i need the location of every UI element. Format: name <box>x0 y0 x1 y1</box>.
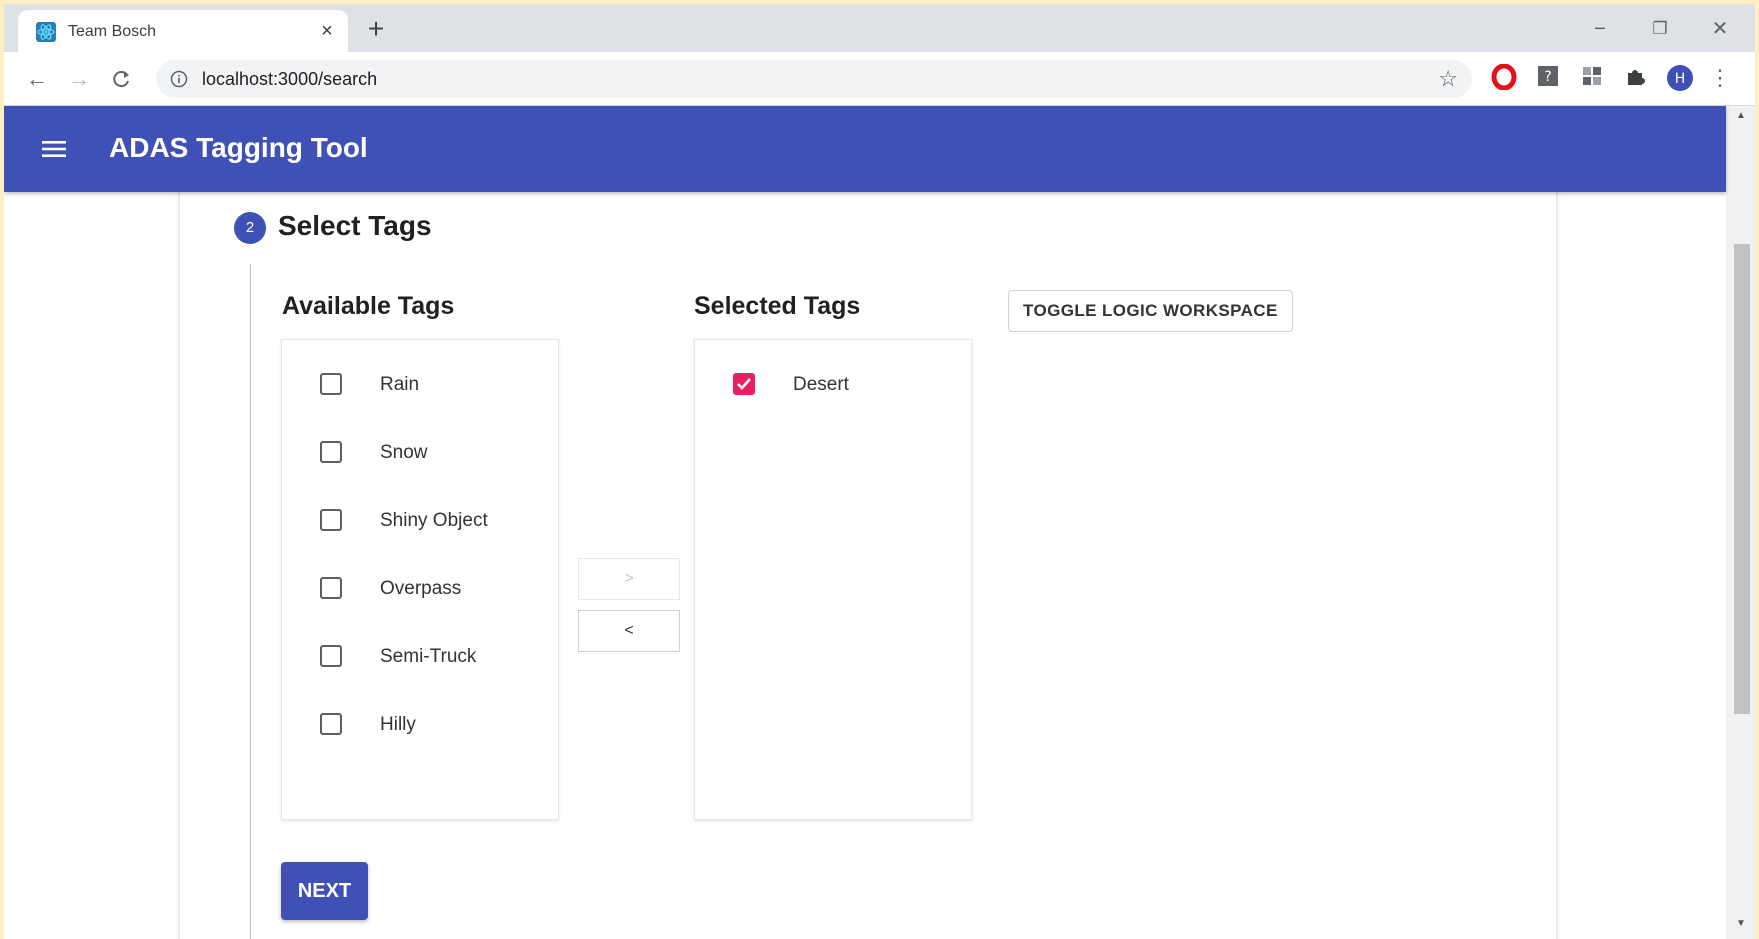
checkbox[interactable] <box>320 577 342 599</box>
page-scrollbar[interactable]: ▲ ▼ <box>1726 106 1755 939</box>
app-bar: ADAS Tagging Tool <box>4 106 1726 192</box>
selected-tags-heading: Selected Tags <box>694 292 861 320</box>
extension-help-icon[interactable]: ? <box>1534 64 1562 92</box>
step-number-badge: 2 <box>234 212 266 244</box>
app-title: ADAS Tagging Tool <box>109 132 368 163</box>
tag-label: Rain <box>380 374 420 395</box>
back-arrow-icon[interactable]: ← <box>22 64 52 94</box>
browser-menu-icon[interactable]: ⋮ <box>1706 64 1734 92</box>
tag-label: Overpass <box>380 578 462 599</box>
restore-button[interactable]: ❐ <box>1640 14 1680 44</box>
list-item[interactable]: Hilly <box>282 704 558 744</box>
list-item[interactable]: Rain <box>282 364 558 404</box>
tag-label: Shiny Object <box>380 510 488 531</box>
step-connector-line <box>250 264 251 939</box>
scroll-down-arrow-icon[interactable]: ▼ <box>1735 918 1747 930</box>
tab-title: Team Bosch <box>68 23 157 40</box>
list-item[interactable]: Desert <box>695 364 971 404</box>
info-icon[interactable] <box>170 70 188 88</box>
close-window-button[interactable]: ✕ <box>1700 14 1740 44</box>
checkbox[interactable] <box>320 509 342 531</box>
browser-window: Team Bosch × + − ❐ ✕ ← → localhost:3000/… <box>4 4 1755 939</box>
available-tags-heading: Available Tags <box>282 292 455 320</box>
checkbox[interactable] <box>320 373 342 395</box>
checkbox[interactable] <box>320 645 342 667</box>
reload-icon[interactable] <box>110 68 132 90</box>
tag-label: Snow <box>380 442 428 463</box>
svg-text:?: ? <box>1544 69 1551 85</box>
scroll-thumb[interactable] <box>1734 244 1750 714</box>
opera-icon[interactable] <box>1490 63 1518 92</box>
browser-toolbar: ← → localhost:3000/search ☆ ? H ⋮ <box>4 52 1755 106</box>
tag-label: Hilly <box>380 714 416 735</box>
address-bar[interactable]: localhost:3000/search ☆ <box>156 60 1472 98</box>
selected-tags-list: Desert <box>694 339 972 820</box>
move-right-button[interactable]: > <box>578 558 680 600</box>
tab-strip: Team Bosch × + − ❐ ✕ <box>4 4 1755 52</box>
page-content: 2 Select Tags Available Tags Selected Ta… <box>4 182 1726 939</box>
list-item[interactable]: Overpass <box>282 568 558 608</box>
extension-grid-icon[interactable] <box>1578 64 1606 92</box>
next-button[interactable]: NEXT <box>281 862 368 920</box>
scroll-up-arrow-icon[interactable]: ▲ <box>1735 110 1747 122</box>
list-item[interactable]: Snow <box>282 432 558 472</box>
checkmark-icon <box>737 378 751 390</box>
checkbox[interactable] <box>320 441 342 463</box>
bookmark-star-icon[interactable]: ☆ <box>1438 66 1458 92</box>
checkbox-checked[interactable] <box>733 373 755 395</box>
list-item[interactable]: Shiny Object <box>282 500 558 540</box>
url-text[interactable]: localhost:3000/search <box>202 69 377 90</box>
extensions-puzzle-icon[interactable] <box>1622 64 1650 92</box>
minimize-button[interactable]: − <box>1580 14 1620 44</box>
tag-label: Semi-Truck <box>380 646 477 667</box>
svg-text:H: H <box>1675 71 1686 87</box>
stepper-card: 2 Select Tags Available Tags Selected Ta… <box>180 182 1556 939</box>
tag-label: Desert <box>793 374 849 395</box>
tab-close-icon[interactable]: × <box>314 18 340 44</box>
react-logo-icon <box>36 22 56 42</box>
new-tab-button[interactable]: + <box>362 15 390 44</box>
available-tags-list: Rain Snow Shiny Object Overpass Semi-Tru… <box>281 339 559 820</box>
profile-avatar-icon[interactable]: H <box>1666 64 1694 92</box>
browser-tab[interactable]: Team Bosch × <box>18 10 348 52</box>
list-item[interactable]: Semi-Truck <box>282 636 558 676</box>
forward-arrow-icon[interactable]: → <box>64 64 94 94</box>
step-title: Select Tags <box>278 210 432 241</box>
checkbox[interactable] <box>320 713 342 735</box>
move-left-button[interactable]: < <box>578 610 680 652</box>
hamburger-menu-icon[interactable] <box>40 135 68 163</box>
toggle-logic-workspace-button[interactable]: TOGGLE LOGIC WORKSPACE <box>1008 290 1293 332</box>
